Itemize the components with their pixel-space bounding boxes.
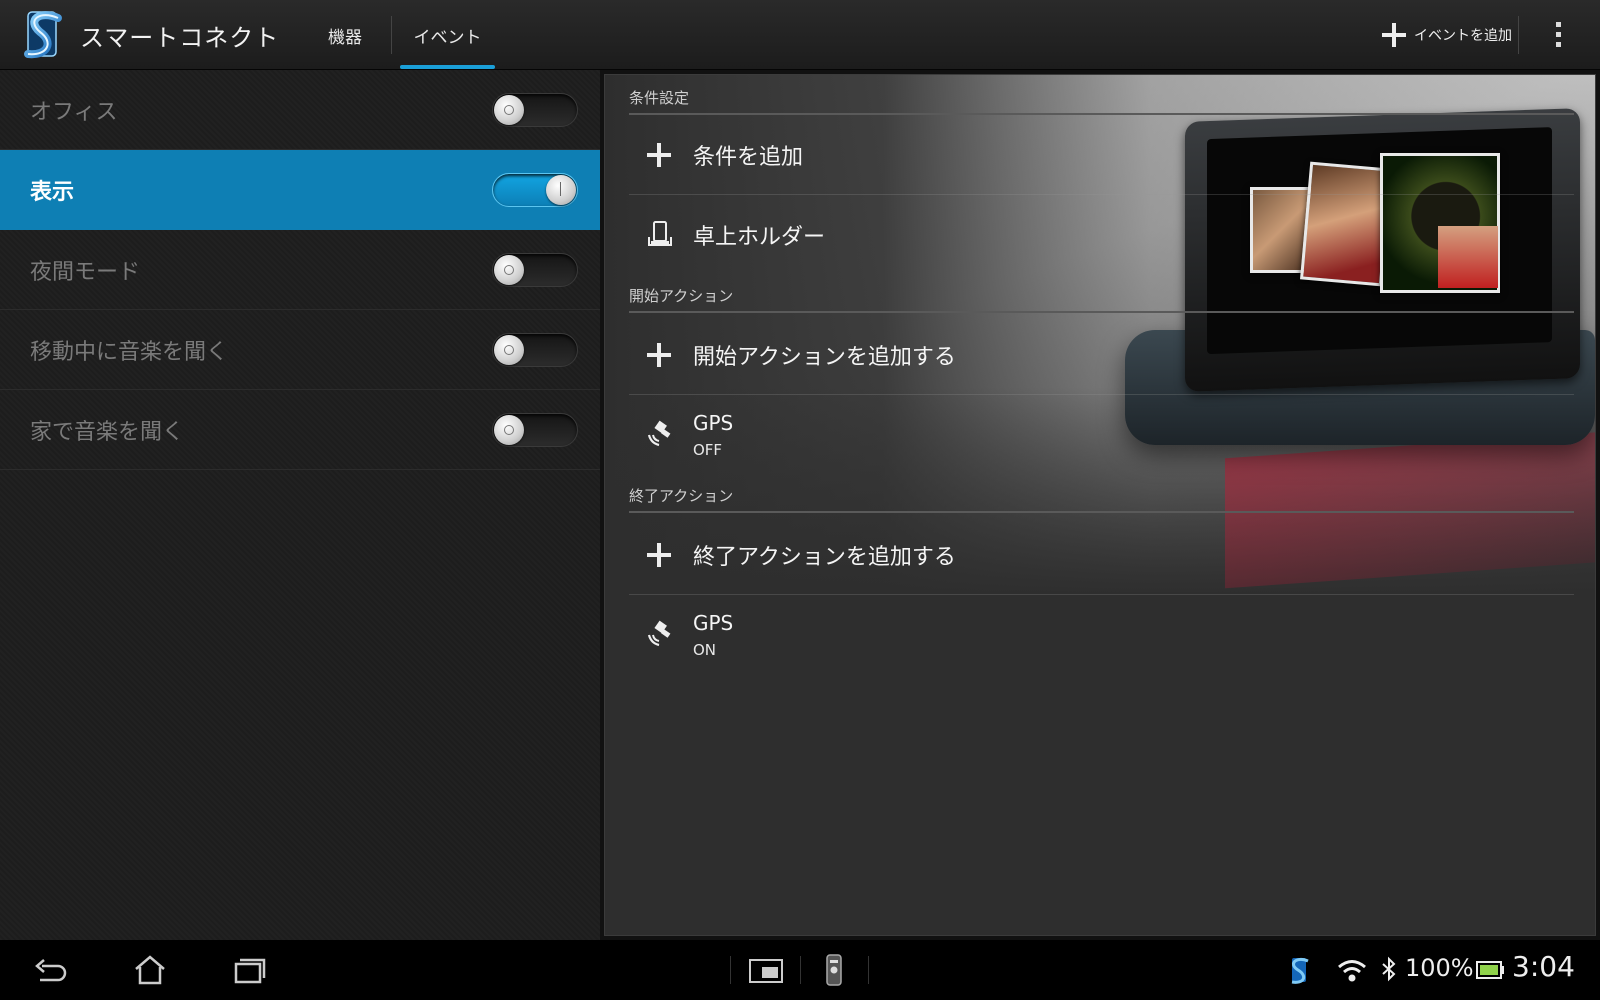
add-end-action-label: 終了アクションを追加する (693, 545, 956, 570)
gps-icon (645, 419, 675, 449)
end-action-item-gps[interactable]: GPS ON (629, 595, 1574, 675)
event-item-office[interactable]: オフィス (0, 70, 600, 150)
start-actions-header: 開始アクション (629, 287, 734, 305)
event-item-music-on-the-go[interactable]: 移動中に音楽を聞く (0, 310, 600, 390)
battery-icon (1475, 952, 1505, 988)
plus-icon (647, 343, 671, 367)
event-toggle[interactable] (492, 93, 578, 127)
event-toggle[interactable] (492, 253, 578, 287)
back-icon[interactable] (30, 952, 70, 988)
action-divider (1518, 16, 1519, 54)
add-event-button[interactable]: イベントを追加 (1382, 18, 1512, 52)
action-value: ON (693, 641, 717, 659)
action-bar: スマートコネクト 機器 イベント イベントを追加 (0, 0, 1600, 70)
section-divider (629, 511, 1574, 513)
event-label: 家で音楽を聞く (30, 420, 185, 445)
tab-events[interactable]: イベント (395, 0, 500, 70)
add-end-action-button[interactable]: 終了アクションを追加する (629, 515, 1574, 595)
condition-item-desk-holder[interactable]: 卓上ホルダー (629, 195, 1574, 275)
add-start-action-label: 開始アクションを追加する (693, 345, 956, 370)
home-icon[interactable] (130, 952, 170, 988)
gps-icon (645, 619, 675, 649)
app-title: スマートコネクト (80, 24, 280, 52)
add-start-action-button[interactable]: 開始アクションを追加する (629, 315, 1574, 395)
bluetooth-icon (1380, 952, 1398, 988)
conditions-header: 条件設定 (629, 89, 690, 107)
add-condition-label: 条件を追加 (693, 145, 804, 170)
event-toggle[interactable] (492, 173, 578, 207)
start-action-item-gps[interactable]: GPS OFF (629, 395, 1574, 475)
toggle-knob (494, 415, 524, 445)
event-label: 表示 (30, 180, 75, 205)
event-item-display[interactable]: 表示 (0, 150, 600, 230)
event-item-night-mode[interactable]: 夜間モード (0, 230, 600, 310)
remote-icon[interactable] (822, 952, 846, 988)
smart-connect-logo-icon (20, 8, 70, 62)
add-condition-button[interactable]: 条件を追加 (629, 115, 1574, 195)
add-event-label: イベントを追加 (1414, 28, 1512, 44)
dock-icon (645, 219, 675, 249)
end-actions-header: 終了アクション (629, 487, 734, 505)
system-bar: 100% 3:04 (0, 940, 1600, 1000)
toggle-knob (546, 175, 576, 205)
plus-icon (1382, 23, 1406, 47)
action-value: OFF (693, 441, 723, 459)
wifi-icon (1336, 952, 1368, 988)
condition-label: 卓上ホルダー (693, 225, 826, 250)
battery-percent: 100% (1405, 954, 1474, 982)
event-detail-panel: 条件設定 条件を追加 卓上ホルダー 開始アクション 開始アクションを追加する G… (604, 74, 1596, 936)
action-title: GPS (693, 611, 734, 635)
overflow-menu-icon[interactable] (1548, 18, 1570, 52)
toggle-knob (494, 95, 524, 125)
smart-connect-status-icon (1286, 952, 1314, 988)
action-title: GPS (693, 411, 734, 435)
small-apps-icon[interactable] (748, 952, 784, 988)
event-toggle[interactable] (492, 333, 578, 367)
section-divider (629, 311, 1574, 313)
event-item-music-at-home[interactable]: 家で音楽を聞く (0, 390, 600, 470)
plus-icon (647, 543, 671, 567)
tab-selected-indicator (400, 65, 495, 69)
plus-icon (647, 143, 671, 167)
event-label: 夜間モード (30, 260, 141, 285)
clock: 3:04 (1512, 950, 1575, 983)
event-list: オフィス 表示 夜間モード 移動中に音楽を聞く 家で音楽を聞く (0, 70, 600, 940)
recent-apps-icon[interactable] (230, 952, 270, 988)
tab-devices[interactable]: 機器 (300, 0, 390, 70)
event-label: 移動中に音楽を聞く (30, 340, 229, 365)
toggle-knob (494, 335, 524, 365)
toggle-knob (494, 255, 524, 285)
event-toggle[interactable] (492, 413, 578, 447)
event-label: オフィス (30, 100, 118, 125)
tab-divider (391, 16, 392, 54)
